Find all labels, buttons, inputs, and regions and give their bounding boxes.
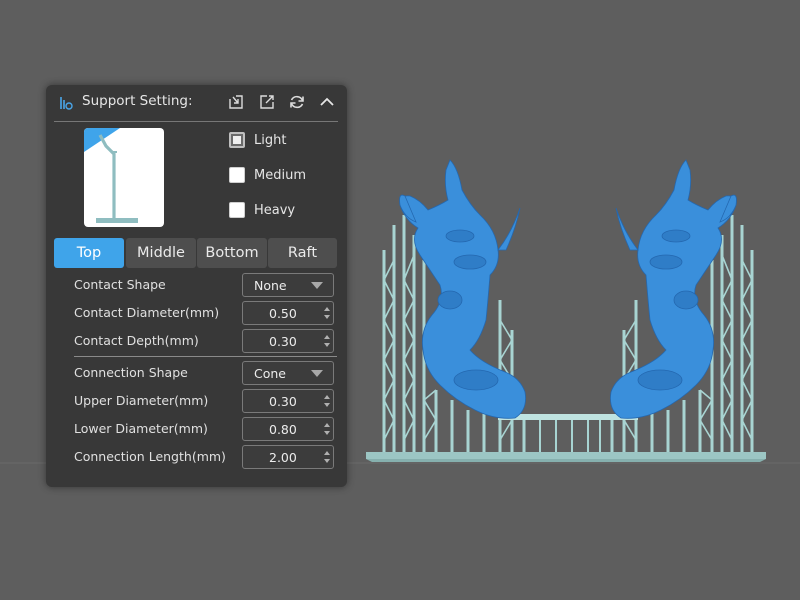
light-label: Light xyxy=(254,133,287,148)
support-tabs: Top Middle Bottom Raft xyxy=(54,238,337,268)
connection-length-label: Connection Length(mm) xyxy=(74,449,226,464)
spin-down-icon[interactable] xyxy=(324,315,330,319)
spin-down-icon[interactable] xyxy=(324,403,330,407)
lower-diameter-row: Lower Diameter(mm) 0.80 xyxy=(74,417,336,443)
chevron-down-icon xyxy=(311,370,323,377)
contact-shape-label: Contact Shape xyxy=(74,277,166,292)
import-icon[interactable] xyxy=(227,93,245,111)
connection-length-row: Connection Length(mm) 2.00 xyxy=(74,445,336,471)
contact-depth-input[interactable]: 0.30 xyxy=(242,329,334,353)
upper-diameter-input[interactable]: 0.30 xyxy=(242,389,334,413)
support-logo-icon xyxy=(58,95,74,111)
upper-diameter-value: 0.30 xyxy=(269,394,297,409)
heavy-checkbox[interactable] xyxy=(229,202,245,218)
panel-title: Support Setting: xyxy=(82,93,193,109)
heavy-label: Heavy xyxy=(254,203,296,218)
contact-shape-row: Contact Shape None xyxy=(74,273,336,299)
lower-diameter-value: 0.80 xyxy=(269,422,297,437)
raft-base xyxy=(366,452,766,459)
contact-depth-value: 0.30 xyxy=(269,334,297,349)
upper-diameter-label: Upper Diameter(mm) xyxy=(74,393,209,408)
support-setting-panel: Support Setting: Light Medium Heavy Top … xyxy=(46,85,347,487)
spin-down-icon[interactable] xyxy=(324,343,330,347)
export-icon[interactable] xyxy=(258,93,276,111)
spin-down-icon[interactable] xyxy=(324,459,330,463)
connection-length-value: 2.00 xyxy=(269,450,297,465)
contact-shape-select[interactable]: None xyxy=(242,273,334,297)
reset-icon[interactable] xyxy=(288,93,306,111)
tab-bottom[interactable]: Bottom xyxy=(197,238,267,268)
spin-up-icon[interactable] xyxy=(324,395,330,399)
chevron-down-icon xyxy=(311,282,323,289)
connection-shape-row: Connection Shape Cone xyxy=(74,361,336,387)
spin-up-icon[interactable] xyxy=(324,451,330,455)
connection-shape-select[interactable]: Cone xyxy=(242,361,334,385)
spin-down-icon[interactable] xyxy=(324,431,330,435)
lower-diameter-input[interactable]: 0.80 xyxy=(242,417,334,441)
collapse-icon[interactable] xyxy=(318,93,336,111)
contact-depth-row: Contact Depth(mm) 0.30 xyxy=(74,329,336,355)
contact-diameter-label: Contact Diameter(mm) xyxy=(74,305,220,320)
connection-length-input[interactable]: 2.00 xyxy=(242,445,334,469)
contact-diameter-row: Contact Diameter(mm) 0.50 xyxy=(74,301,336,327)
spin-up-icon[interactable] xyxy=(324,335,330,339)
support-preview-image xyxy=(84,128,164,227)
spin-up-icon[interactable] xyxy=(324,423,330,427)
model-right[interactable] xyxy=(610,159,737,419)
model-left[interactable] xyxy=(399,159,526,419)
tab-middle[interactable]: Middle xyxy=(126,238,196,268)
panel-header: Support Setting: xyxy=(46,85,347,119)
header-divider xyxy=(54,121,338,122)
connection-shape-value: Cone xyxy=(254,366,286,381)
medium-label: Medium xyxy=(254,168,306,183)
medium-checkbox[interactable] xyxy=(229,167,245,183)
spin-up-icon[interactable] xyxy=(324,307,330,311)
section-divider xyxy=(74,356,337,357)
connection-shape-label: Connection Shape xyxy=(74,365,188,380)
contact-shape-value: None xyxy=(254,278,287,293)
tab-raft[interactable]: Raft xyxy=(268,238,337,268)
contact-depth-label: Contact Depth(mm) xyxy=(74,333,199,348)
contact-diameter-input[interactable]: 0.50 xyxy=(242,301,334,325)
upper-diameter-row: Upper Diameter(mm) 0.30 xyxy=(74,389,336,415)
tab-top[interactable]: Top xyxy=(54,238,124,268)
light-checkbox[interactable] xyxy=(229,132,245,148)
lower-diameter-label: Lower Diameter(mm) xyxy=(74,421,208,436)
contact-diameter-value: 0.50 xyxy=(269,306,297,321)
